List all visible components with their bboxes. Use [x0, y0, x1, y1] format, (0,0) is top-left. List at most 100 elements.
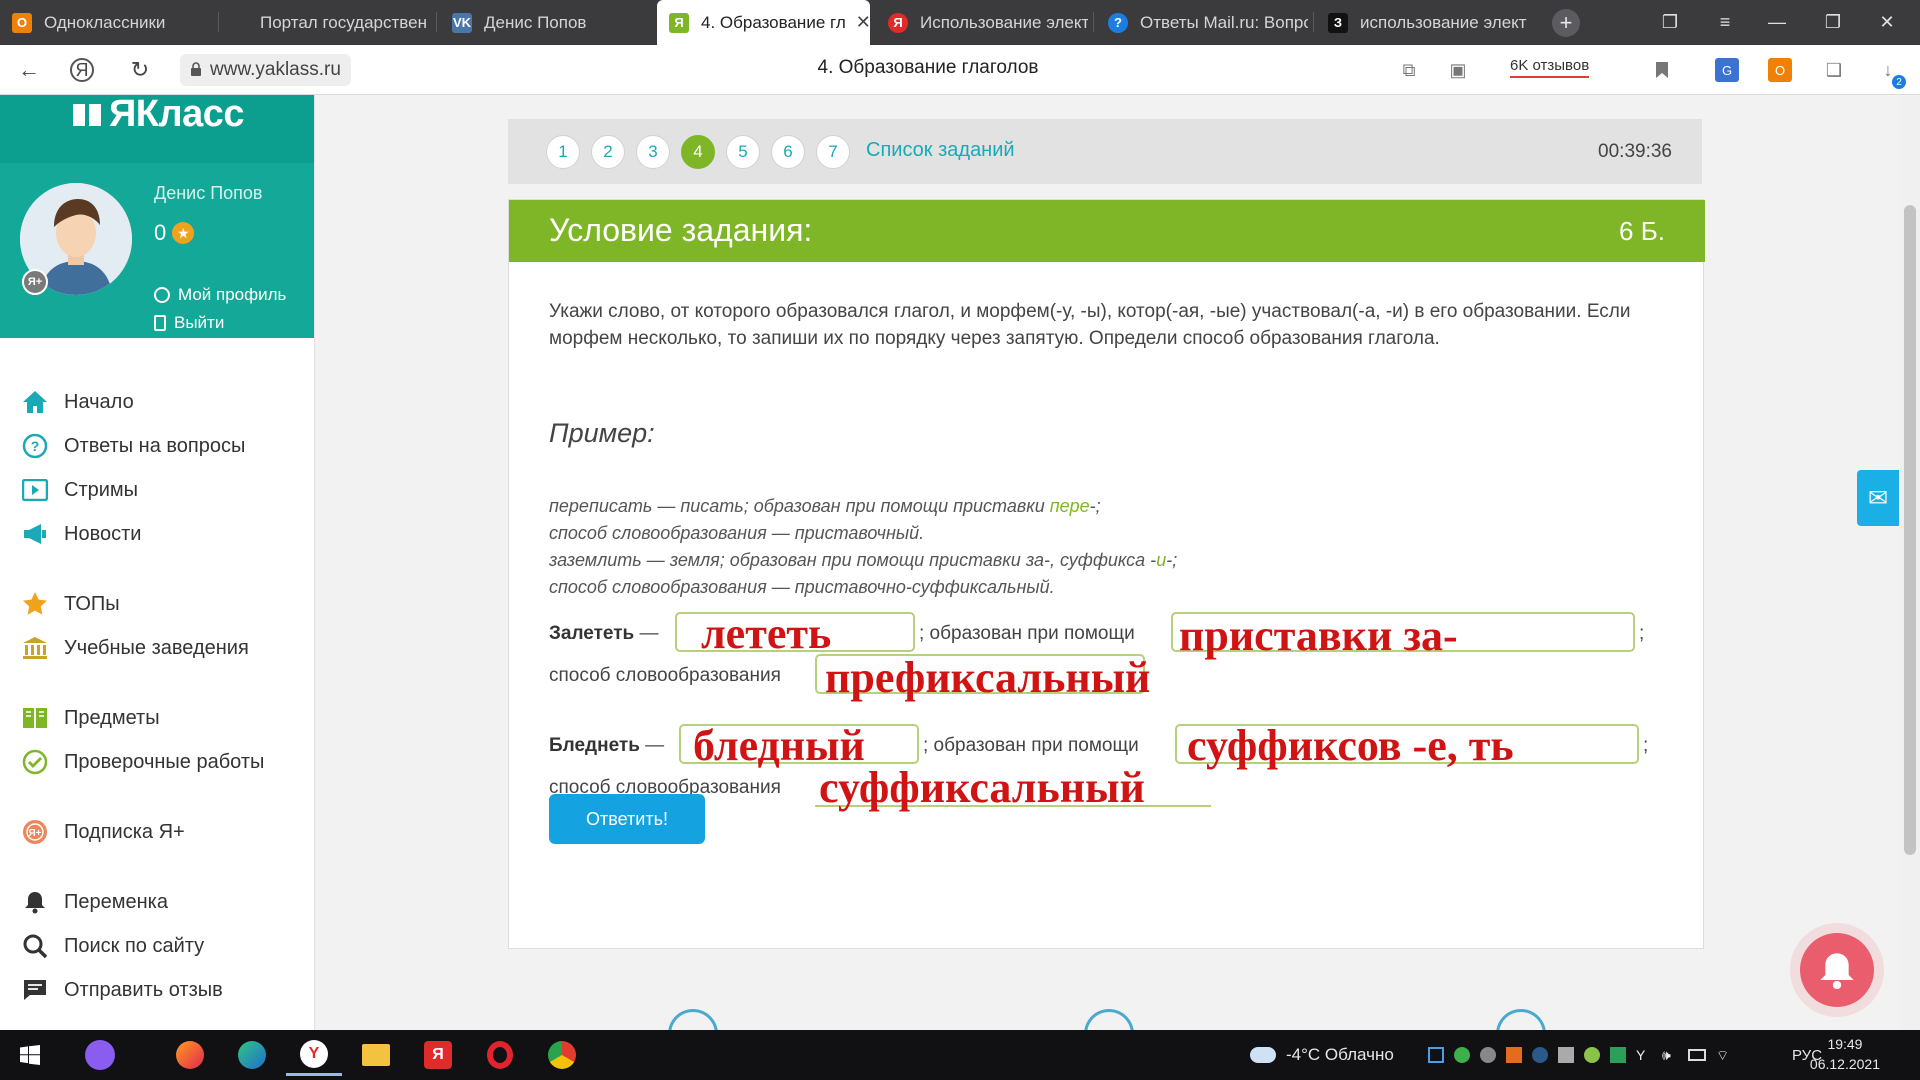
sidebar-item-answers[interactable]: ? Ответы на вопросы	[20, 431, 245, 461]
news-icon	[20, 519, 50, 549]
tab-title: Одноклассники	[44, 12, 166, 32]
scrollbar[interactable]	[1900, 95, 1920, 1030]
submit-button[interactable]: Ответить!	[549, 794, 705, 844]
step-7[interactable]: 7	[816, 135, 850, 169]
task-header: Условие задания: 6 Б.	[509, 200, 1705, 262]
restore-icon[interactable]: ❐	[1808, 0, 1858, 45]
translate-icon[interactable]: G	[1715, 58, 1739, 82]
sidebar-item-label: Отправить отзыв	[64, 978, 223, 1001]
sidebar-item-feedback[interactable]: Отправить отзыв	[20, 975, 223, 1005]
battery-icon[interactable]	[1688, 1049, 1706, 1061]
steam-icon[interactable]	[1532, 1047, 1548, 1063]
step-4[interactable]: 4	[681, 135, 715, 169]
tab-yandex[interactable]: Я Использование элект	[888, 0, 1088, 45]
browser-tab-bar: О Одноклассники Портал государственн VK …	[0, 0, 1920, 45]
tab-zen[interactable]: З использование элект	[1328, 0, 1528, 45]
step-3[interactable]: 3	[636, 135, 670, 169]
close-window-icon[interactable]: ✕	[1862, 0, 1912, 45]
wifi-icon[interactable]: ⌔	[1716, 1047, 1732, 1063]
sidebar-item-tests[interactable]: Проверочные работы	[20, 747, 264, 777]
menu-icon[interactable]: ≡	[1700, 0, 1750, 45]
example-title: Пример:	[549, 418, 655, 448]
svg-text:Я+: Я+	[28, 828, 41, 839]
sidebar-item-streams[interactable]: Стримы	[20, 475, 138, 505]
sidebar-item-search[interactable]: Поиск по сайту	[20, 931, 204, 961]
mail-icon[interactable]: ✉	[1857, 470, 1899, 526]
tray-app-icon[interactable]	[1558, 1047, 1574, 1063]
tab-title: Ответы Mail.ru: Вопро	[1140, 12, 1308, 32]
tab-vk[interactable]: VK Денис Попов	[452, 0, 652, 45]
vk-icon: VK	[452, 12, 472, 33]
sidebar-item-subscription[interactable]: Я+ Подписка Я+	[20, 817, 185, 847]
extension-icon[interactable]: ⧉	[1397, 58, 1421, 82]
scrollbar-thumb[interactable]	[1904, 205, 1916, 855]
q2-method-answer: суффиксальный	[819, 763, 1145, 812]
sidebar-item-label: Учебные заведения	[64, 636, 249, 659]
tab-title: Портал государственн	[260, 12, 428, 32]
minimize-icon[interactable]: —	[1752, 0, 1802, 45]
sidebar-item-home[interactable]: Начало	[20, 387, 134, 417]
my-profile-link[interactable]: Мой профиль	[154, 285, 286, 305]
protect-icon[interactable]: ▣	[1446, 58, 1470, 82]
step-6[interactable]: 6	[771, 135, 805, 169]
opera-icon[interactable]	[472, 1034, 528, 1076]
shield-icon[interactable]	[1610, 1047, 1626, 1063]
yandex-icon[interactable]: Я	[410, 1034, 466, 1076]
tray-app-icon[interactable]	[1454, 1047, 1470, 1063]
tray-app-icon[interactable]	[1428, 1047, 1444, 1063]
notification-bell-button[interactable]	[1800, 933, 1874, 1007]
close-icon[interactable]: ✕	[856, 12, 870, 33]
user-name[interactable]: Денис Попов	[154, 183, 262, 204]
coin-star-icon: ★	[172, 222, 195, 244]
weather-widget[interactable]: -4°C Облачно	[1250, 1030, 1394, 1080]
clock-date: 06.12.2021	[1809, 1056, 1880, 1072]
new-tab-button[interactable]: +	[1552, 9, 1580, 37]
sidebar-item-label: Ответы на вопросы	[64, 434, 246, 457]
yaklass-icon: Я	[669, 12, 689, 33]
sidebar-item-label: Начало	[64, 390, 134, 413]
reviews-link[interactable]: 6K отзывов	[1510, 57, 1590, 78]
yandex-icon: Я	[888, 12, 908, 33]
task-list-link[interactable]: Список заданий	[866, 139, 1015, 162]
bookmark-icon[interactable]	[1650, 58, 1674, 82]
collections-icon[interactable]: ❑	[1822, 58, 1846, 82]
example-line-1: переписать — писать; образован при помощ…	[549, 496, 1101, 516]
sidebar-item-break[interactable]: Переменка	[20, 887, 168, 917]
sidebar-item-schools[interactable]: Учебные заведения	[20, 633, 249, 663]
chrome-icon[interactable]	[534, 1034, 590, 1076]
volume-icon[interactable]: 🕪	[1662, 1047, 1678, 1063]
ok-ext-icon[interactable]: О	[1768, 58, 1792, 82]
site-logo[interactable]: ЯКласс	[0, 95, 314, 163]
school-icon	[20, 633, 50, 663]
windows-start-icon[interactable]	[2, 1034, 58, 1076]
subscription-icon: Я+	[20, 817, 50, 847]
file-explorer-icon[interactable]	[348, 1034, 404, 1076]
ya-plus-badge[interactable]: Я+	[22, 269, 48, 295]
tabs-menu-icon[interactable]: ❐	[1645, 0, 1695, 45]
edge-icon[interactable]	[224, 1034, 280, 1076]
tray-app-icon[interactable]	[1506, 1047, 1522, 1063]
downloads-badge: 2	[1892, 75, 1906, 89]
sidebar-item-news[interactable]: Новости	[20, 519, 141, 549]
tab-odnoklassniki[interactable]: О Одноклассники	[12, 0, 212, 45]
task-points: 6 Б.	[1619, 216, 1665, 246]
yandex-tray-icon[interactable]: Y	[1636, 1047, 1652, 1063]
step-5[interactable]: 5	[726, 135, 760, 169]
firefox-icon[interactable]	[162, 1034, 218, 1076]
yandex-browser-icon[interactable]: Y	[286, 1034, 342, 1076]
example-line-2: способ словообразования — приставочный.	[549, 523, 925, 543]
q2-word: Бледнеть —	[549, 735, 665, 756]
tray-app-icon[interactable]	[1584, 1047, 1600, 1063]
tab-yaklass[interactable]: Я 4. Образование гл ✕	[657, 0, 870, 45]
step-2[interactable]: 2	[591, 135, 625, 169]
alice-icon[interactable]	[72, 1034, 128, 1076]
sidebar-item-subjects[interactable]: Предметы	[20, 703, 160, 733]
logout-link[interactable]: Выйти	[154, 313, 224, 333]
sidebar-item-tops[interactable]: ТОПы	[20, 589, 120, 619]
clock[interactable]: 19:49 06.12.2021	[1810, 1034, 1880, 1074]
tray-app-icon[interactable]	[1480, 1047, 1496, 1063]
tab-mailru[interactable]: ? Ответы Mail.ru: Вопро	[1108, 0, 1308, 45]
step-1[interactable]: 1	[546, 135, 580, 169]
tab-gosuslugi[interactable]: Портал государственн	[228, 0, 428, 45]
task-header-title: Условие задания:	[549, 212, 813, 248]
